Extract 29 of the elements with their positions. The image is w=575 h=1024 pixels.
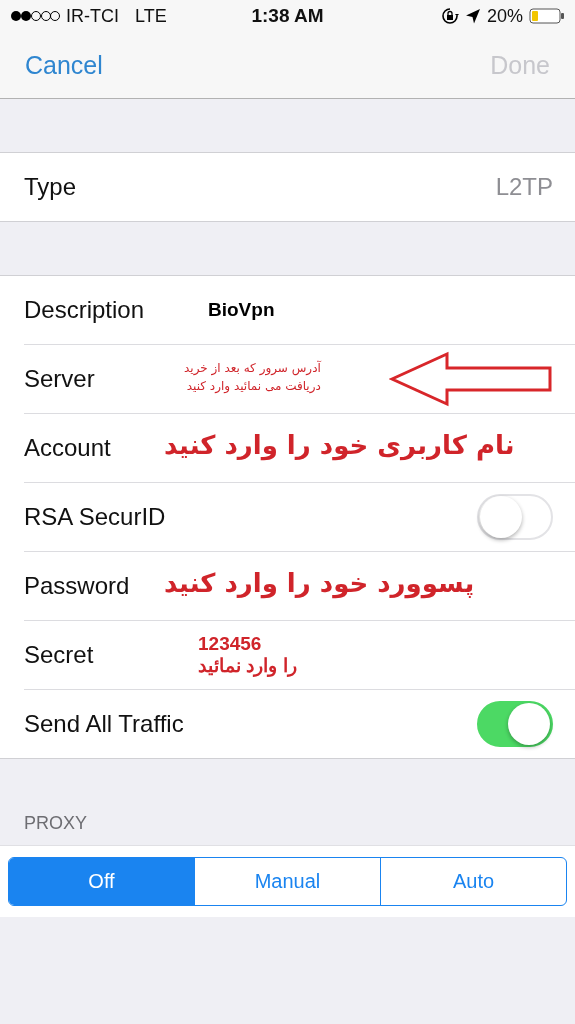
segment-tab[interactable]: Off [9, 858, 194, 905]
annotation-text: پسوورد خود را وارد کنید [164, 567, 475, 600]
toggle-switch[interactable] [477, 494, 553, 540]
annotation-text: آدرس سرور که بعد از خرید [184, 359, 321, 377]
row-label: Type [24, 173, 78, 201]
carrier-name: IR-TCI [66, 5, 119, 27]
battery-percent: 20% [486, 5, 523, 27]
annotation-text: دریافت می نمائید وارد کنید [185, 378, 321, 395]
annotation-text: 123456 [198, 633, 263, 655]
row-label: Description [24, 296, 146, 324]
annotation-text: نام کاربری خود را وارد کنید [164, 429, 515, 462]
cancel-button[interactable]: Cancel [25, 50, 103, 80]
row-label: RSA SecurID [24, 503, 167, 531]
row-label: Server [24, 365, 96, 393]
toggle-switch[interactable] [477, 701, 553, 747]
section-header: PROXY [24, 813, 89, 835]
segment-tab[interactable]: Auto [380, 858, 566, 905]
battery-icon [529, 7, 565, 25]
annotation-text: را وارد نمائید [198, 655, 297, 677]
row-label: Secret [24, 641, 95, 669]
signal-icon [10, 10, 60, 22]
segment-tab[interactable]: Manual [194, 858, 380, 905]
rotation-lock-icon [440, 7, 459, 25]
row-label: Send All Traffic [24, 710, 184, 738]
type-value: L2TP [495, 173, 553, 201]
clock-time: 1:38 AM [251, 5, 324, 27]
network-type: LTE [135, 5, 167, 27]
location-arrow-icon [464, 8, 481, 24]
text-field[interactable]: BioVpn [208, 295, 328, 325]
